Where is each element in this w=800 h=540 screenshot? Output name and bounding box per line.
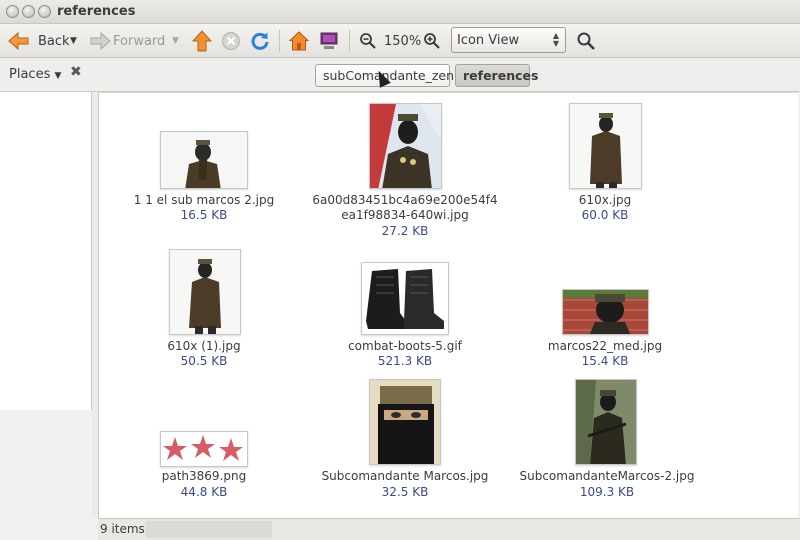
file-icon-view: 1 1 el sub marcos 2.jpg 16.5 KB 6a00d834…	[98, 92, 798, 518]
close-sidebar-icon[interactable]: ✖	[70, 64, 82, 80]
person-photo-icon	[161, 132, 247, 188]
computer-button[interactable]	[319, 24, 339, 58]
back-arrow-icon	[8, 31, 29, 51]
back-history-dropdown[interactable]: ▼	[70, 24, 77, 58]
boots-photo-icon	[362, 263, 448, 334]
toolbar-separator	[349, 30, 350, 52]
file-name[interactable]: combat-boots-5.gif	[329, 339, 481, 354]
stop-button[interactable]	[221, 24, 241, 58]
file-name-continued[interactable]: ea1f98834-640wi.jpg	[307, 208, 503, 223]
sidebar-places-selector[interactable]: Places ▼	[9, 67, 61, 82]
title-bar: references	[0, 0, 800, 24]
chevron-down-icon: ▼	[54, 71, 62, 81]
status-bar: 9 items,	[98, 518, 800, 540]
zoom-out-button[interactable]	[359, 24, 377, 58]
status-extra-field	[146, 521, 272, 538]
breadcrumb-current[interactable]: references	[455, 64, 538, 87]
forward-history-dropdown[interactable]: ▼	[172, 24, 179, 58]
person-photo-icon	[576, 380, 636, 464]
toolbar: Back ▼ Forward ▼ 150% Icon View ▲ ▼	[0, 24, 800, 58]
view-mode-value: Icon View	[457, 32, 520, 48]
home-button[interactable]	[289, 24, 309, 58]
back-button[interactable]: Back	[8, 24, 70, 58]
person-photo-icon	[370, 380, 440, 464]
sidebar-title: Places	[9, 67, 51, 82]
file-thumbnail[interactable]	[575, 379, 637, 465]
search-icon	[577, 32, 595, 50]
search-button[interactable]	[576, 24, 596, 58]
sidebar-pane	[0, 92, 92, 410]
file-size: 50.5 KB	[180, 354, 228, 368]
file-thumbnail[interactable]	[160, 131, 248, 189]
toolbar-separator	[279, 30, 280, 52]
forward-arrow-icon	[90, 31, 111, 51]
file-thumbnail[interactable]	[369, 103, 442, 189]
computer-icon	[320, 32, 338, 49]
close-window-button[interactable]	[6, 5, 19, 18]
chevron-down-icon: ▼	[70, 36, 77, 46]
forward-label: Forward	[113, 33, 166, 49]
window-title: references	[57, 4, 136, 19]
person-photo-icon	[563, 290, 648, 334]
file-name[interactable]: SubcomandanteMarcos-2.jpg	[509, 469, 705, 484]
zoom-level: 150%	[384, 24, 421, 58]
file-size: 44.8 KB	[180, 485, 228, 499]
file-name[interactable]: 6a00d83451bc4a69e200e54f4	[307, 193, 503, 208]
file-size: 521.3 KB	[377, 354, 433, 368]
reload-button[interactable]	[250, 24, 270, 58]
chevron-down-icon: ▼	[172, 36, 179, 46]
file-name[interactable]: 1 1 el sub marcos 2.jpg	[128, 193, 280, 208]
reload-icon	[251, 32, 269, 50]
person-photo-icon	[170, 250, 240, 334]
person-photo-icon	[370, 104, 441, 188]
file-size: 16.5 KB	[180, 208, 228, 222]
maximize-window-button[interactable]	[38, 5, 51, 18]
file-size: 15.4 KB	[581, 354, 629, 368]
home-icon	[289, 31, 309, 51]
zoom-in-icon	[424, 33, 440, 49]
zoom-level-text: 150%	[384, 33, 422, 49]
spin-arrows-icon: ▲ ▼	[552, 31, 559, 48]
file-name[interactable]: 610x (1).jpg	[128, 339, 280, 354]
file-name[interactable]: 610x.jpg	[529, 193, 681, 208]
sidebar-pane-lower	[0, 410, 92, 540]
file-size: 32.5 KB	[381, 485, 429, 499]
file-thumbnail[interactable]	[160, 431, 248, 467]
file-thumbnail[interactable]	[361, 262, 449, 335]
file-thumbnail[interactable]	[562, 289, 649, 335]
file-name[interactable]: marcos22_med.jpg	[529, 339, 681, 354]
file-size: 109.3 KB	[579, 485, 635, 499]
up-arrow-icon	[192, 30, 212, 52]
location-bar: Places ▼ ✖ subComandante_zen references	[0, 58, 800, 92]
file-name[interactable]: path3869.png	[128, 469, 280, 484]
file-name[interactable]: Subcomandante Marcos.jpg	[307, 469, 503, 484]
file-thumbnail[interactable]	[369, 379, 441, 465]
file-thumbnail[interactable]	[569, 103, 642, 189]
file-size: 27.2 KB	[381, 224, 429, 238]
zoom-out-icon	[360, 33, 376, 49]
back-label: Back	[38, 33, 70, 49]
minimize-window-button[interactable]	[22, 5, 35, 18]
stop-icon	[222, 32, 240, 50]
up-button[interactable]	[192, 24, 212, 58]
zoom-in-button[interactable]	[423, 24, 441, 58]
file-thumbnail[interactable]	[169, 249, 241, 335]
stars-image-icon	[161, 432, 247, 466]
forward-button[interactable]: Forward	[89, 24, 165, 58]
view-mode-select[interactable]: Icon View ▲ ▼	[451, 27, 566, 53]
status-text: 9 items,	[100, 522, 149, 536]
file-size: 60.0 KB	[581, 208, 629, 222]
person-photo-icon	[570, 104, 641, 188]
